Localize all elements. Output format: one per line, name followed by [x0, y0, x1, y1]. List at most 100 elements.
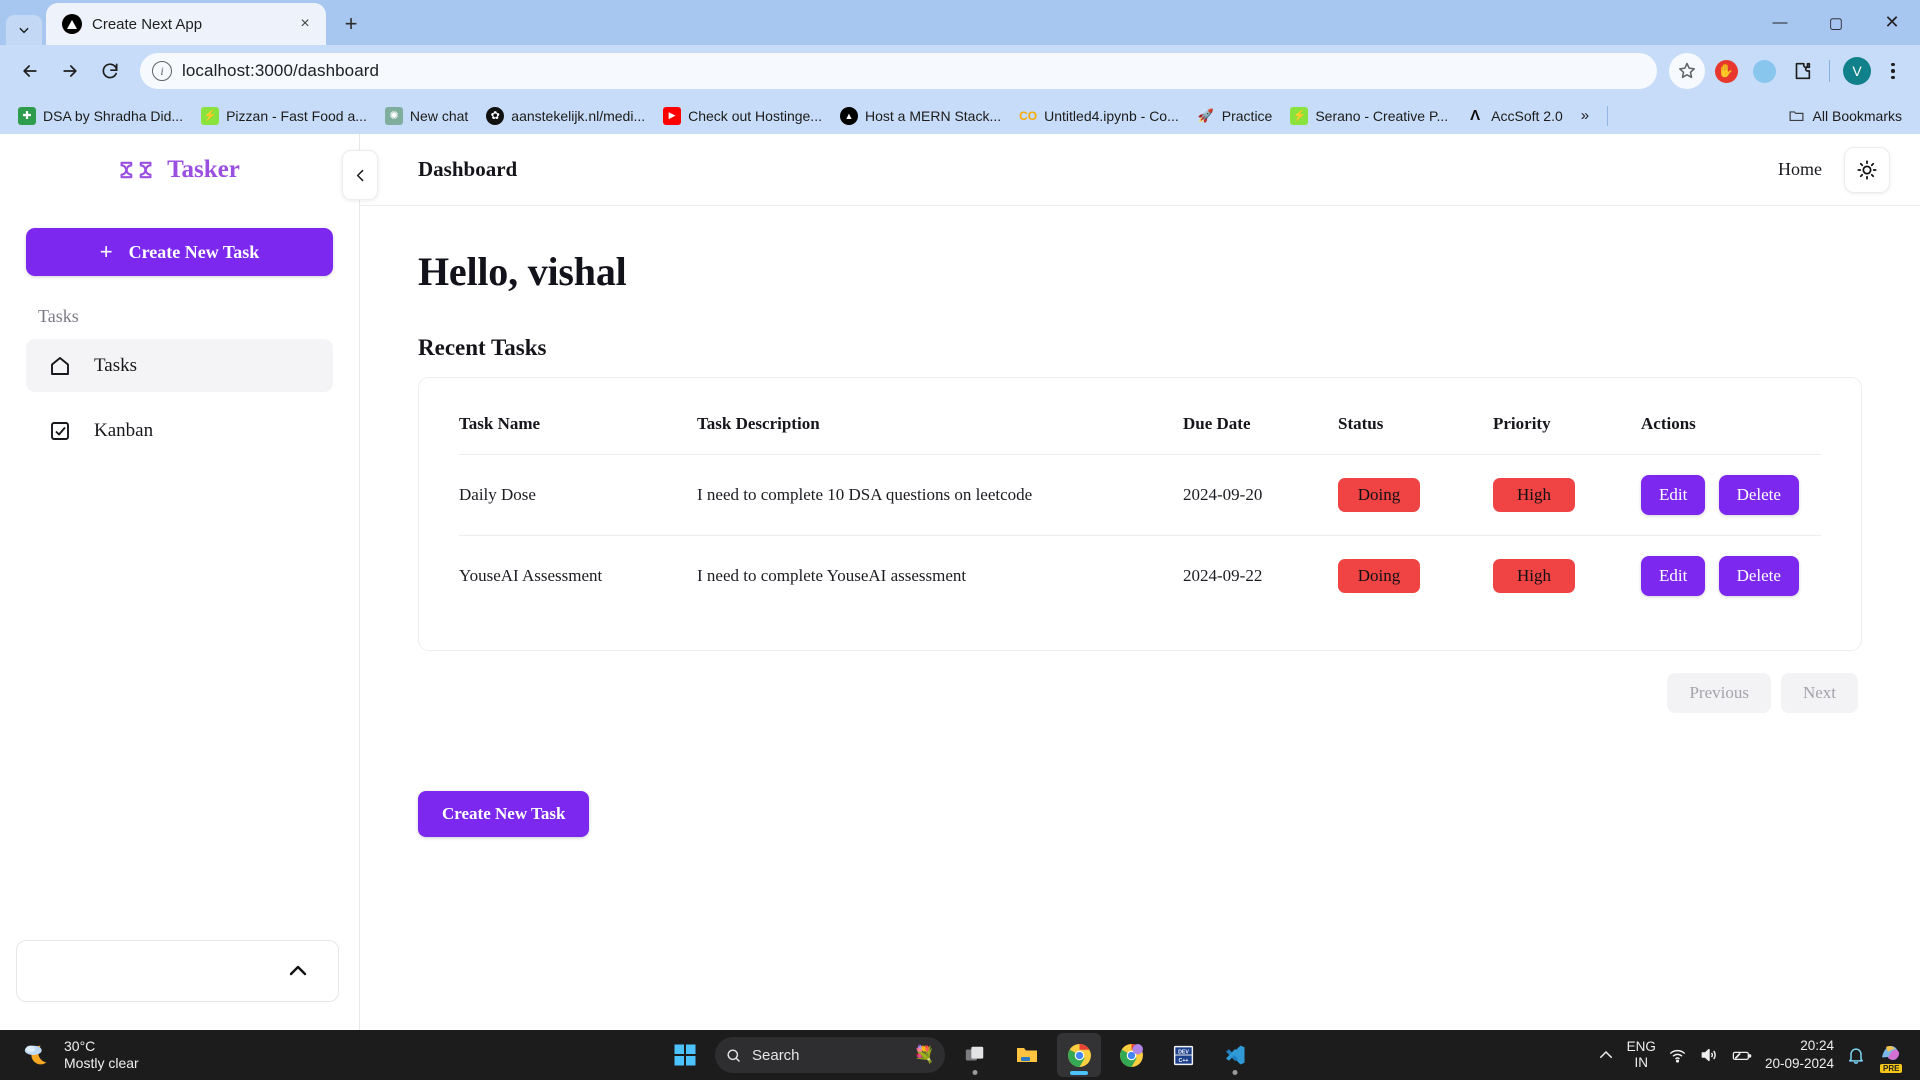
language-indicator[interactable]: ENG IN	[1627, 1039, 1656, 1071]
search-placeholder: Search	[752, 1046, 800, 1064]
all-bookmarks-button[interactable]: All Bookmarks	[1780, 103, 1910, 128]
globe-dark-icon: ✿	[486, 106, 505, 125]
edit-button[interactable]: Edit	[1641, 475, 1706, 515]
close-tab-button[interactable]: ×	[294, 13, 316, 35]
page-title: Dashboard	[418, 157, 518, 181]
chrome-icon	[1067, 1043, 1091, 1067]
taskbar-search[interactable]: Search 💐	[715, 1037, 945, 1073]
bookmark-item[interactable]: CO Untitled4.ipynb - Co...	[1011, 103, 1187, 129]
clock[interactable]: 20:24 20-09-2024	[1765, 1037, 1834, 1072]
bookmark-item[interactable]: ▲ Host a MERN Stack...	[832, 103, 1009, 129]
home-link[interactable]: Home	[1778, 159, 1822, 180]
adblock-extension-button[interactable]: ✋	[1709, 54, 1743, 88]
chrome-profile-button[interactable]	[1109, 1033, 1153, 1077]
weather-widget[interactable]: 30°C Mostly clear	[10, 1038, 151, 1073]
bookmark-star-button[interactable]	[1669, 53, 1705, 89]
new-tab-button[interactable]: +	[334, 7, 368, 41]
theme-toggle-button[interactable]	[1844, 146, 1890, 193]
folder-icon	[1789, 111, 1804, 122]
create-new-task-button-sidebar[interactable]: + Create New Task	[26, 228, 333, 276]
bookmark-label: AccSoft 2.0	[1491, 107, 1563, 124]
bookmark-item[interactable]: ⚡ Pizzan - Fast Food a...	[193, 103, 375, 129]
tray-overflow-chevron-up-icon[interactable]	[1597, 1046, 1615, 1064]
bookmark-item[interactable]: ✺ New chat	[377, 103, 476, 129]
cell-due-date: 2024-09-22	[1183, 535, 1338, 616]
chrome-button[interactable]	[1057, 1033, 1101, 1077]
file-explorer-button[interactable]	[1005, 1033, 1049, 1077]
profile-button[interactable]: V	[1840, 54, 1874, 88]
avatar: V	[1843, 57, 1871, 85]
task-view-button[interactable]	[953, 1033, 997, 1077]
greeting-heading: Hello, vishal	[418, 249, 627, 294]
dev-cpp-icon: DEV C++	[1173, 1045, 1193, 1065]
browser-tab[interactable]: Create Next App ×	[46, 3, 326, 45]
flowers-icon: 💐	[913, 1045, 935, 1064]
close-window-button[interactable]: ✕	[1864, 0, 1920, 45]
copilot-preview-badge: PRE	[1880, 1063, 1903, 1073]
sidebar-footer-panel[interactable]	[16, 940, 339, 1002]
bookmark-item[interactable]: ▶ Check out Hostinge...	[655, 103, 830, 129]
bookmarks-overflow-button[interactable]: »	[1573, 103, 1597, 128]
column-header-priority: Priority	[1493, 414, 1551, 433]
bookmark-item[interactable]: ✚ DSA by Shradha Did...	[10, 103, 191, 129]
back-button[interactable]	[12, 53, 48, 89]
address-bar[interactable]: i localhost:3000/dashboard	[140, 53, 1657, 89]
sidebar: Tasker + Create New Task Tasks Tasks Kan…	[0, 134, 360, 1030]
next-page-button[interactable]: Next	[1780, 673, 1858, 713]
column-header-task-description: Task Description	[697, 414, 820, 433]
copilot-button[interactable]: PRE	[1878, 1041, 1903, 1073]
bookmark-item[interactable]: 🚀 Practice	[1189, 103, 1281, 129]
search-icon	[727, 1048, 741, 1062]
dev-cpp-button[interactable]: DEV C++	[1161, 1033, 1205, 1077]
wifi-icon[interactable]	[1668, 1046, 1687, 1065]
start-button[interactable]	[663, 1033, 707, 1077]
extension-blue-icon	[1752, 59, 1776, 83]
sidebar-item-kanban[interactable]: Kanban	[26, 404, 333, 457]
sidebar-collapse-button[interactable]	[342, 150, 378, 200]
chevron-up-icon[interactable]	[286, 959, 310, 983]
battery-icon[interactable]	[1731, 1046, 1753, 1065]
windows-taskbar: 30°C Mostly clear Search 💐 DEV C++ ENG I…	[0, 1030, 1920, 1080]
copilot-icon	[1882, 1045, 1900, 1060]
cell-task-name: Daily Dose	[459, 454, 697, 536]
web-page: Tasker + Create New Task Tasks Tasks Kan…	[0, 134, 1920, 1030]
volume-icon[interactable]	[1699, 1045, 1719, 1065]
tab-search-button[interactable]	[6, 15, 42, 45]
vscode-button[interactable]	[1213, 1033, 1257, 1077]
sidebar-item-tasks[interactable]: Tasks	[26, 339, 333, 392]
edit-button[interactable]: Edit	[1641, 556, 1706, 596]
maximize-button[interactable]: ▢	[1808, 0, 1864, 45]
colab-icon: CO	[1019, 108, 1038, 123]
chevron-left-icon	[356, 169, 363, 181]
extensions-button[interactable]	[1785, 54, 1819, 88]
minimize-button[interactable]: —	[1752, 0, 1808, 45]
status-badge: Doing	[1338, 478, 1420, 512]
bookmark-item[interactable]: Λ AccSoft 2.0	[1458, 103, 1571, 129]
bell-icon[interactable]	[1846, 1045, 1866, 1065]
chrome-menu-button[interactable]	[1878, 54, 1908, 88]
delete-button[interactable]: Delete	[1718, 556, 1799, 596]
forward-button[interactable]	[52, 53, 88, 89]
clock-date: 20-09-2024	[1764, 1056, 1834, 1071]
create-new-task-button-main[interactable]: Create New Task	[418, 791, 590, 837]
reload-icon	[102, 63, 118, 79]
sidebar-item-label: Kanban	[94, 419, 154, 441]
forward-arrow-icon	[63, 65, 77, 77]
bookmark-item[interactable]: ⚡ Serano - Creative P...	[1282, 103, 1456, 129]
youtube-icon: ▶	[663, 106, 682, 125]
previous-page-button[interactable]: Previous	[1667, 673, 1771, 713]
windows-start-icon	[674, 1044, 696, 1066]
bookmark-item[interactable]: ✿ aanstekelijk.nl/medi...	[478, 103, 653, 129]
priority-badge: High	[1493, 478, 1575, 512]
delete-button[interactable]: Delete	[1718, 475, 1799, 515]
svg-text:C++: C++	[1178, 1058, 1188, 1064]
site-info-icon[interactable]: i	[152, 61, 172, 81]
blue-extension-button[interactable]	[1747, 54, 1781, 88]
running-indicator	[972, 1070, 978, 1075]
bookmarks-bar: ✚ DSA by Shradha Did... ⚡ Pizzan - Fast Fo…	[0, 97, 1920, 134]
table-row: Daily Dose I need to complete 10 DSA que…	[459, 454, 1821, 536]
status-badge: Doing	[1338, 559, 1420, 593]
reload-button[interactable]	[92, 53, 128, 89]
extensions-puzzle-icon	[1795, 62, 1811, 80]
tab-title: Create Next App	[92, 15, 203, 33]
